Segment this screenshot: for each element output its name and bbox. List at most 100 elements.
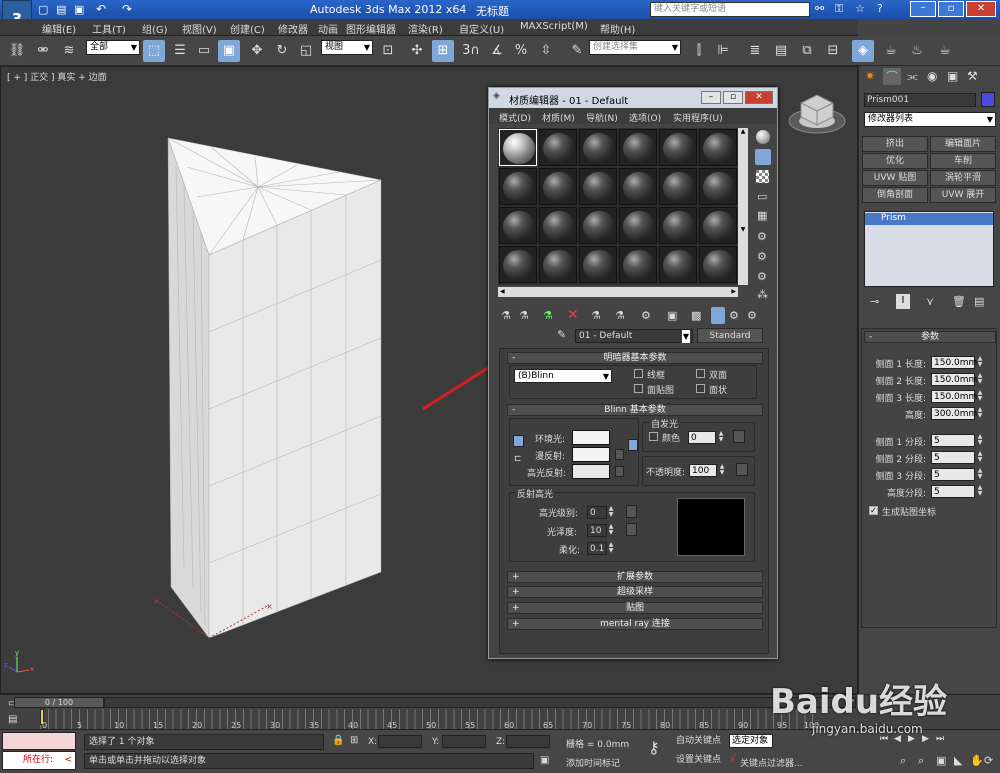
height-segs-input[interactable]: 5	[931, 485, 975, 498]
opacity-input[interactable]: 100	[689, 464, 717, 477]
spec-level-input[interactable]: 0	[587, 506, 607, 519]
maximize-button[interactable]: ▫	[938, 1, 964, 17]
edit-patch-button[interactable]: 编辑面片	[930, 136, 996, 152]
angle-snap-icon[interactable]: ∡	[486, 40, 508, 62]
bevel-profile-button[interactable]: 倒角剖面	[862, 187, 928, 203]
graphite-icon[interactable]: ▤	[770, 40, 792, 62]
new-file-icon[interactable]: ▢	[38, 3, 48, 16]
turbosmooth-button[interactable]: 涡轮平滑	[930, 170, 996, 186]
ref-coord-dropdown[interactable]: 视图 ▼	[321, 40, 373, 55]
redo-icon[interactable]: ↷	[122, 2, 132, 16]
select-by-name-icon[interactable]: ☰	[169, 40, 191, 62]
two-sided-checkbox[interactable]	[696, 369, 705, 378]
wire-checkbox[interactable]	[634, 369, 643, 378]
put-to-scene-icon[interactable]: ⚗	[519, 309, 529, 322]
menu-modifiers[interactable]: 修改器	[278, 21, 308, 36]
timeline-options-icon[interactable]: ▤	[8, 714, 17, 725]
configure-sets-icon[interactable]: ▤	[974, 295, 984, 308]
stack-item-prism[interactable]: Prism	[865, 213, 993, 225]
show-end-result-icon[interactable]: ▩	[691, 309, 701, 322]
height-segs-spinner[interactable]: ▲ ▼	[976, 485, 984, 498]
sample-slot[interactable]	[619, 207, 657, 244]
lock-selection-icon[interactable]: 🔒	[332, 735, 344, 746]
sample-slot[interactable]	[699, 129, 737, 166]
search-input[interactable]: 键入关键字或短语	[650, 2, 810, 17]
video-color-icon[interactable]: ▦	[757, 209, 767, 222]
go-to-parent-icon[interactable]: ⚙	[729, 309, 739, 322]
self-illum-input[interactable]: 0	[688, 431, 716, 444]
key-icon[interactable]: ⚿	[835, 2, 843, 16]
save-file-icon[interactable]: ▣	[74, 3, 84, 16]
pivot-center-icon[interactable]: ⊡	[377, 40, 399, 62]
layer-manager-icon[interactable]: ≣	[744, 40, 766, 62]
diffuse-color-swatch[interactable]	[572, 447, 610, 462]
side3-length-spinner[interactable]: ▲ ▼	[976, 390, 984, 403]
rect-selection-icon[interactable]: ▭	[193, 40, 215, 62]
menu-edit[interactable]: 编辑(E)	[42, 21, 76, 36]
extended-params-rollout[interactable]: + 扩展参数	[507, 571, 763, 583]
uvw-map-button[interactable]: UVW 贴图	[862, 170, 928, 186]
menu-customize[interactable]: 自定义(U)	[459, 21, 504, 36]
add-time-tag[interactable]: 添加时间标记	[566, 756, 620, 769]
make-unique-icon[interactable]: ⚗	[591, 309, 601, 322]
z-coord-input[interactable]	[506, 735, 550, 748]
named-selection-dropdown[interactable]: 创建选择集 ▼	[589, 40, 681, 55]
shader-rollout-header[interactable]: - 明暗器基本参数	[507, 352, 763, 364]
soften-input[interactable]: 0.1	[587, 542, 607, 555]
time-tag-icon[interactable]: ▣	[540, 755, 549, 766]
side2-segs-input[interactable]: 5	[931, 451, 975, 464]
spec-level-spinner[interactable]: ▲ ▼	[607, 506, 615, 519]
render-setup-icon[interactable]: ☕	[880, 40, 902, 62]
sample-slot[interactable]	[659, 129, 697, 166]
diffuse-map-button[interactable]	[615, 449, 624, 460]
menu-group[interactable]: 组(G)	[142, 21, 168, 36]
spinner-snap-icon[interactable]: ⇳	[535, 40, 557, 62]
x-coord-input[interactable]	[378, 735, 422, 748]
get-material-icon[interactable]: ⚗	[501, 309, 511, 322]
maxscript-prompt[interactable]: 所在行: <	[2, 751, 76, 770]
sample-slot[interactable]	[499, 129, 537, 166]
sample-slot[interactable]	[619, 168, 657, 205]
params-rollout-header[interactable]: - 参数	[864, 331, 996, 343]
sample-slot[interactable]	[539, 129, 577, 166]
key-filters-button[interactable]: 关键点过滤器...	[740, 756, 803, 769]
curve-editor-icon[interactable]: ⧉	[796, 40, 818, 62]
display-tab-icon[interactable]: ▣	[947, 69, 958, 83]
select-object-icon[interactable]: ⬚	[143, 40, 165, 62]
set-key-button[interactable]: 设置关键点	[676, 753, 728, 769]
sample-slot[interactable]	[659, 246, 697, 283]
absolute-mode-icon[interactable]: ⊞	[350, 735, 358, 746]
sample-slot[interactable]	[699, 168, 737, 205]
sample-slot[interactable]	[579, 168, 617, 205]
self-illum-spinner[interactable]: ▲ ▼	[717, 431, 725, 444]
reset-map-icon[interactable]: ✕	[567, 307, 579, 323]
backlight-icon[interactable]	[755, 149, 771, 165]
zoom-all-icon[interactable]: ⌕	[918, 754, 924, 768]
make-preview-icon[interactable]: ⚙	[757, 230, 767, 243]
rotate-icon[interactable]: ↻	[271, 40, 293, 62]
optimize-button[interactable]: 优化	[862, 153, 928, 169]
lathe-button[interactable]: 车削	[930, 153, 996, 169]
time-slider[interactable]: 0 / 100	[14, 697, 104, 708]
sample-slot[interactable]	[579, 246, 617, 283]
time-slider-track[interactable]	[104, 697, 856, 708]
side1-segs-input[interactable]: 5	[931, 434, 975, 447]
supersampling-rollout[interactable]: + 超级采样	[507, 586, 763, 598]
pick-material-icon[interactable]: ✎	[557, 328, 566, 341]
selection-filter-dropdown[interactable]: 全部 ▼	[86, 40, 140, 55]
spec-level-map-button[interactable]	[626, 505, 637, 518]
mirror-icon[interactable]: ⫿	[688, 40, 710, 62]
unlink-icon[interactable]: ⚮	[32, 40, 54, 62]
uvw-unwrap-button[interactable]: UVW 展开	[930, 187, 996, 203]
schematic-view-icon[interactable]: ⊟	[822, 40, 844, 62]
side2-length-input[interactable]: 150.0mm	[931, 373, 977, 386]
set-key-mode-icon[interactable]: ⚷	[648, 738, 660, 757]
zoom-icon[interactable]: ⌕	[900, 754, 906, 768]
selected-object-dropdown[interactable]: 选定对象	[729, 734, 773, 748]
maxscript-listener[interactable]	[2, 732, 76, 750]
material-map-navigator-icon[interactable]: ⁂	[757, 288, 768, 301]
orbit-icon[interactable]: ⟳	[984, 754, 993, 767]
sample-slot[interactable]	[659, 168, 697, 205]
star-icon[interactable]: ☆	[855, 2, 865, 15]
pan-icon[interactable]: ✋	[970, 754, 984, 767]
